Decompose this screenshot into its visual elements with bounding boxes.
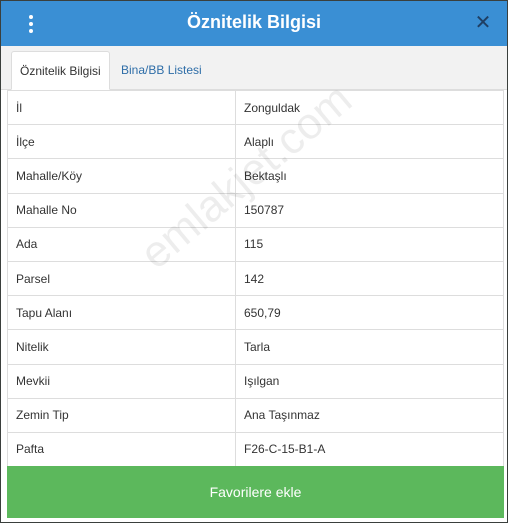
attribute-table: İl Zonguldak İlçe Alaplı Mahalle/Köy Bektaş… bbox=[7, 89, 504, 468]
dialog-header: Öznitelik Bilgisi ✕ bbox=[1, 1, 507, 46]
table-row: Mahalle/Köy Bektaşlı bbox=[7, 158, 504, 194]
attribute-value: Bektaşlı bbox=[235, 158, 504, 194]
table-row: Nitelik Tarla bbox=[7, 329, 504, 365]
attribute-key: Ada bbox=[7, 226, 236, 262]
table-row: Pafta F26-C-15-B1-A bbox=[7, 431, 504, 468]
vertical-dots-icon[interactable] bbox=[23, 13, 39, 35]
table-row: Tapu Alanı 650,79 bbox=[7, 295, 504, 331]
attribute-value: 115 bbox=[235, 226, 504, 262]
attribute-key: Nitelik bbox=[7, 329, 236, 365]
attribute-value: Ana Taşınmaz bbox=[235, 397, 504, 433]
attribute-value: 150787 bbox=[235, 192, 504, 228]
table-row: İlçe Alaplı bbox=[7, 124, 504, 160]
close-icon[interactable]: ✕ bbox=[473, 12, 493, 34]
table-row: İl Zonguldak bbox=[7, 89, 504, 126]
attribute-info-dialog: Öznitelik Bilgisi ✕ Öznitelik Bilgisi Bi… bbox=[0, 0, 508, 523]
table-row: Mevkii Işılgan bbox=[7, 363, 504, 399]
attribute-key: Pafta bbox=[7, 431, 236, 468]
attribute-value: Tarla bbox=[235, 329, 504, 365]
attribute-value: 142 bbox=[235, 260, 504, 297]
attribute-value: F26-C-15-B1-A bbox=[235, 431, 504, 468]
attribute-value: Alaplı bbox=[235, 124, 504, 160]
table-row: Parsel 142 bbox=[7, 260, 504, 297]
dialog-title: Öznitelik Bilgisi bbox=[186, 12, 322, 32]
attribute-key: Tapu Alanı bbox=[7, 295, 236, 331]
attribute-key: Mahalle No bbox=[7, 192, 236, 228]
tab-attribute-info[interactable]: Öznitelik Bilgisi bbox=[11, 51, 110, 90]
table-row: Zemin Tip Ana Taşınmaz bbox=[7, 397, 504, 433]
attribute-key: Zemin Tip bbox=[7, 397, 236, 433]
table-row: Mahalle No 150787 bbox=[7, 192, 504, 228]
attribute-key: Mahalle/Köy bbox=[7, 158, 236, 194]
attribute-value: 650,79 bbox=[235, 295, 504, 331]
attribute-value: Zonguldak bbox=[235, 89, 504, 126]
add-favorite-button[interactable]: Favorilere ekle bbox=[7, 466, 504, 518]
tab-bar: Öznitelik Bilgisi Bina/BB Listesi bbox=[1, 46, 507, 90]
attribute-key: Parsel bbox=[7, 260, 236, 297]
tab-building-list[interactable]: Bina/BB Listesi bbox=[113, 51, 210, 90]
attribute-key: İl bbox=[7, 89, 236, 126]
attribute-value: Işılgan bbox=[235, 363, 504, 399]
attribute-key: İlçe bbox=[7, 124, 236, 160]
attribute-key: Mevkii bbox=[7, 363, 236, 399]
table-row: Ada 115 bbox=[7, 226, 504, 262]
